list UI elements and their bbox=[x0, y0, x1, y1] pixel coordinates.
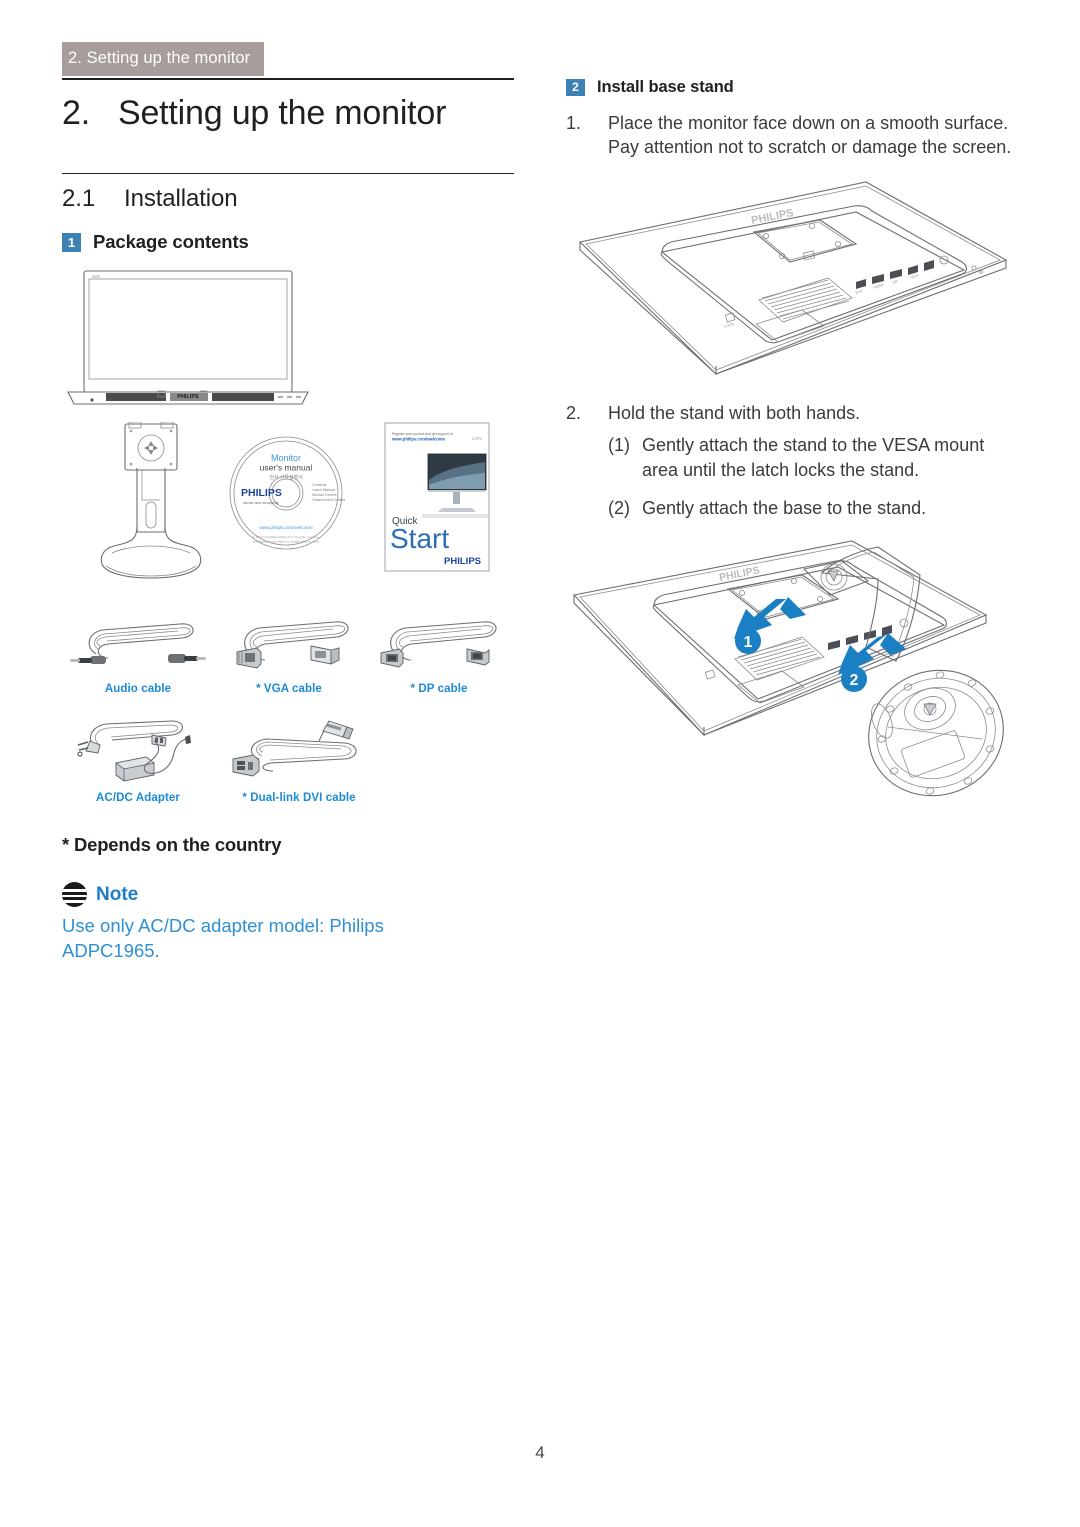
manual-page: 2. Setting up the monitor 2. Setting up … bbox=[0, 0, 1080, 1527]
step-marker: 2. bbox=[566, 402, 582, 423]
svg-text:PHILIPS: PHILIPS bbox=[177, 394, 199, 400]
cable-item: * Dual-link DVI cable bbox=[214, 719, 384, 804]
subheading-package-contents: 1 Package contents bbox=[62, 231, 514, 253]
stand-base-attach-line-art: PHILIPS 1 2 bbox=[572, 540, 1004, 797]
substep-text: Gently attach the base to the stand. bbox=[642, 498, 927, 519]
chapter-rule bbox=[62, 78, 514, 80]
svg-text:user's manual: user's manual bbox=[260, 463, 313, 473]
cable-item: * VGA cable bbox=[214, 614, 364, 695]
monitor-stand-line-art bbox=[100, 421, 202, 579]
step-badge-1: 1 bbox=[62, 232, 81, 252]
right-column: 2 Install base stand 1. Place the monito… bbox=[566, 78, 1018, 822]
svg-text:DVI: DVI bbox=[855, 288, 863, 295]
dp-cable-icon bbox=[380, 621, 497, 668]
package-contents-label: Package contents bbox=[93, 231, 249, 252]
philips-emboss: PHILIPS bbox=[718, 564, 760, 584]
step-marker: 1. bbox=[566, 113, 582, 133]
svg-text:Register your product and get: Register your product and get support at bbox=[392, 432, 453, 436]
section-heading: 2.1 Installation bbox=[62, 185, 514, 213]
page-title: 2. Setting up the monitor bbox=[62, 94, 514, 133]
audio-cable-icon bbox=[70, 623, 206, 664]
monitor-front-line-art: PHILIPS bbox=[67, 270, 309, 405]
svg-text:· Contents: · Contents bbox=[310, 483, 327, 487]
cable-row-1: Audio cable * VGA cable * DP cable bbox=[62, 614, 514, 695]
install-base-stand-label: Install base stand bbox=[597, 78, 734, 96]
section-title: Installation bbox=[124, 185, 238, 212]
accessories-row: Monitor user's manual 전자 사용설명서 PHILIPS s… bbox=[62, 421, 514, 593]
svg-text:전자 사용설명서: 전자 사용설명서 bbox=[269, 474, 303, 481]
philips-emboss: PHILIPS bbox=[750, 207, 794, 227]
section-number: 2.1 bbox=[62, 185, 96, 212]
substep-text: Gently attach the stand to the VESA moun… bbox=[642, 435, 985, 480]
cable-label: AC/DC Adapter bbox=[96, 792, 180, 804]
svg-text:LOCK: LOCK bbox=[723, 321, 735, 329]
chapter-number: 2. bbox=[62, 94, 90, 132]
svg-text:sense and simplicity: sense and simplicity bbox=[243, 500, 279, 505]
step-1: 1. Place the monitor face down on a smoo… bbox=[566, 111, 1018, 160]
svg-text:Specifications are subject to: Specifications are subject to change wit… bbox=[252, 540, 320, 544]
arrow-1-icon: 1 bbox=[734, 596, 806, 654]
svg-text:VGA: VGA bbox=[910, 273, 920, 280]
monitor-back-illustration: PHILIPS DVI HDMI DP VGA LOCK bbox=[566, 174, 1018, 387]
page-number: 4 bbox=[535, 1443, 545, 1462]
section-rule bbox=[62, 173, 514, 174]
svg-text:www.philips.com/welcome: www.philips.com/welcome bbox=[259, 525, 313, 530]
step-text: Place the monitor face down on a smooth … bbox=[608, 113, 1012, 158]
note-title: Note bbox=[96, 883, 139, 905]
svg-text:· User's Manual: · User's Manual bbox=[310, 488, 335, 492]
note-icon bbox=[62, 882, 87, 907]
substep-marker: (1) bbox=[608, 435, 630, 456]
cd-illustration: Monitor user's manual 전자 사용설명서 PHILIPS s… bbox=[227, 434, 349, 557]
cable-label: * DP cable bbox=[410, 683, 468, 695]
substep-1: (1) Gently attach the stand to the VESA … bbox=[608, 433, 1018, 482]
cable-row-2: AC/DC Adapter * Dual-link DVI cable bbox=[62, 719, 514, 804]
step-badge-2: 2 bbox=[566, 79, 585, 96]
svg-text:© 2013 Koninklijke Philips N.V: © 2013 Koninklijke Philips N.V. All righ… bbox=[253, 535, 320, 539]
dvi-cable-icon bbox=[232, 720, 357, 777]
cable-label: * VGA cable bbox=[256, 683, 322, 695]
cd-disc-line-art: Monitor user's manual 전자 사용설명서 PHILIPS s… bbox=[229, 436, 349, 550]
step-text: Hold the stand with both hands. bbox=[608, 402, 861, 423]
left-column: 2. Setting up the monitor 2.1 Installati… bbox=[62, 70, 514, 963]
svg-text:Monitor: Monitor bbox=[271, 453, 301, 463]
note-header: Note bbox=[62, 882, 514, 907]
substep-marker: (2) bbox=[608, 498, 630, 519]
cable-item: * DP cable bbox=[364, 614, 514, 695]
note-body: Use only AC/DC adapter model: Philips AD… bbox=[62, 915, 384, 961]
svg-text:272P4: 272P4 bbox=[472, 437, 482, 441]
svg-text:· Monitor Drivers: · Monitor Drivers bbox=[310, 493, 337, 497]
vga-cable-icon bbox=[236, 621, 349, 669]
substep-2: (2) Gently attach the base to the stand. bbox=[608, 496, 1018, 520]
svg-text:PHILIPS: PHILIPS bbox=[444, 556, 481, 567]
arrow-label-1: 1 bbox=[744, 634, 753, 651]
chapter-title: Setting up the monitor bbox=[118, 94, 447, 132]
step-2: 2. Hold the stand with both hands. bbox=[566, 401, 1018, 425]
cable-label: * Dual-link DVI cable bbox=[242, 792, 356, 804]
svg-text:Start: Start bbox=[390, 523, 449, 554]
ac-dc-adapter-icon bbox=[77, 720, 191, 782]
arrow-label-2: 2 bbox=[850, 672, 859, 689]
cable-item: Audio cable bbox=[62, 614, 214, 695]
svg-text:www.philips.com/welcome: www.philips.com/welcome bbox=[391, 437, 446, 442]
quick-start-cover-line-art: Register your product and get support at… bbox=[384, 422, 490, 572]
monitor-back-line-art: PHILIPS DVI HDMI DP VGA LOCK bbox=[578, 181, 1008, 376]
quick-start-guide-illustration: Register your product and get support at… bbox=[384, 422, 492, 579]
country-footnote: * Depends on the country bbox=[62, 834, 282, 855]
stand-attach-illustration: PHILIPS 1 2 bbox=[566, 539, 1018, 822]
svg-text:PHILIPS: PHILIPS bbox=[241, 487, 282, 499]
cable-item: AC/DC Adapter bbox=[62, 719, 214, 804]
svg-text:· SmartControl Software: · SmartControl Software bbox=[310, 498, 345, 502]
cable-label: Audio cable bbox=[104, 683, 172, 695]
monitor-stand-illustration bbox=[96, 421, 206, 593]
monitor-front-illustration: PHILIPS bbox=[62, 267, 514, 414]
subheading-install-base-stand: 2 Install base stand bbox=[566, 78, 1018, 97]
svg-text:DP: DP bbox=[892, 278, 899, 285]
